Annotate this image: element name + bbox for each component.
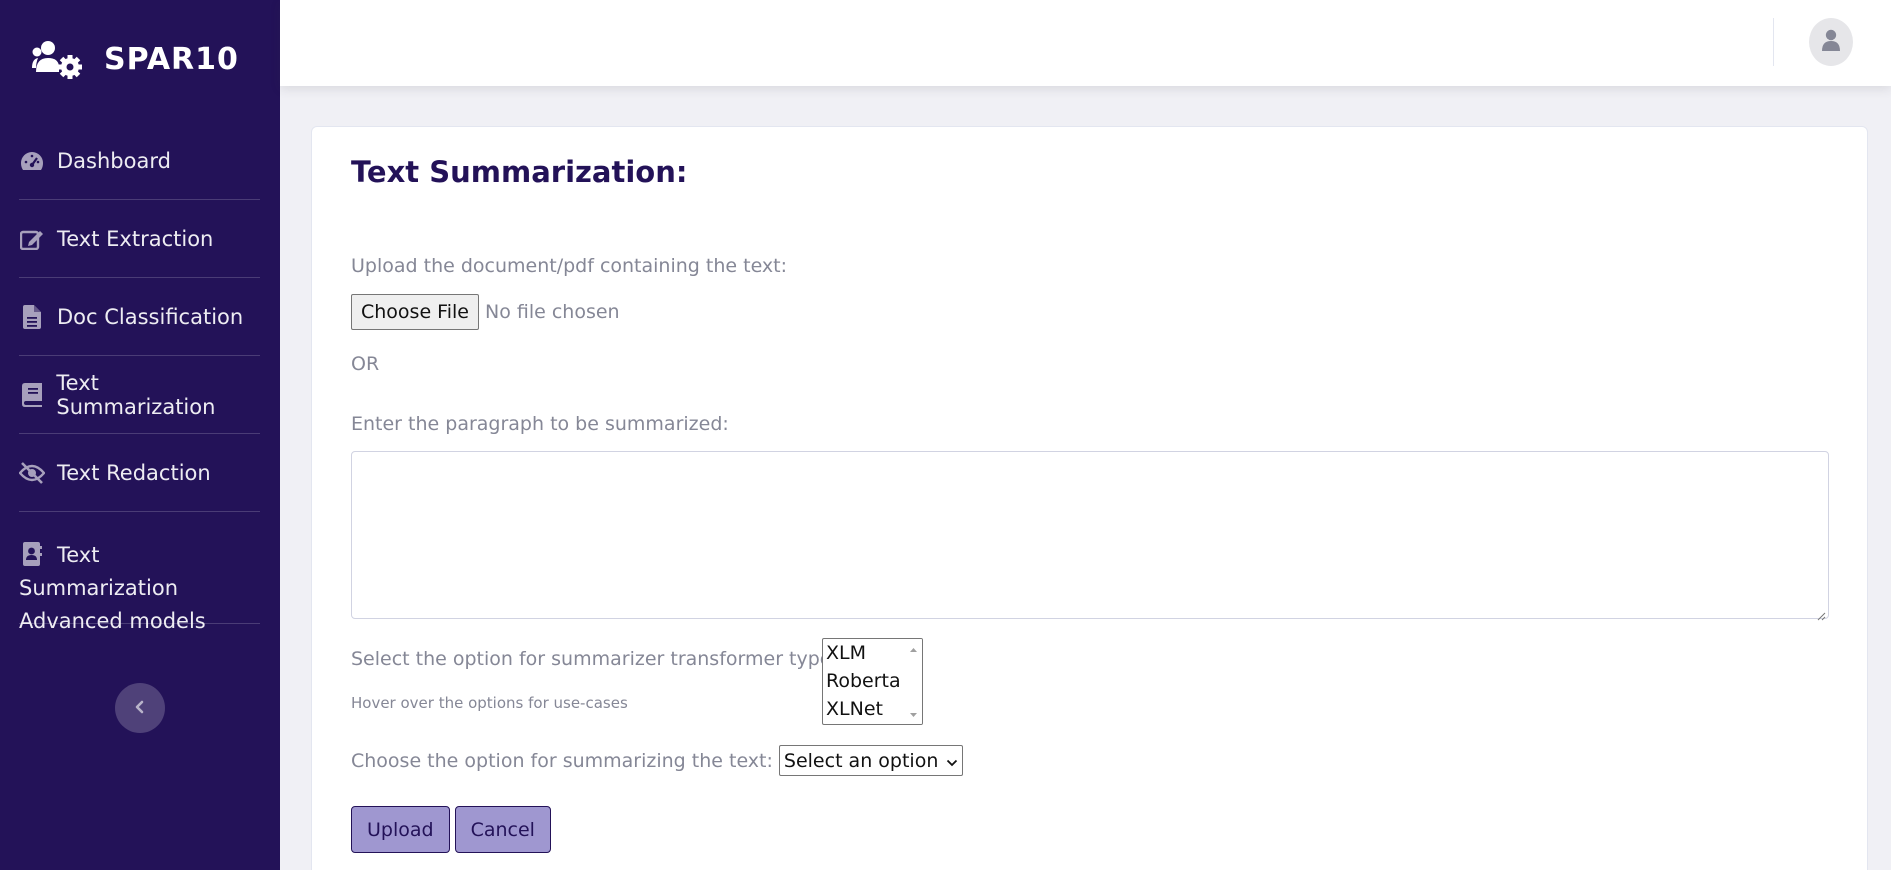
chevron-down-icon [946,750,958,772]
transformer-listbox[interactable]: XLM Roberta XLNet [822,638,923,725]
action-buttons: Upload Cancel [351,806,551,853]
upload-label: Upload the document/pdf containing the t… [351,255,788,277]
sidebar-item-label: Dashboard [57,148,171,173]
sidebar-item-text-summarization-advanced[interactable]: Text Summarization Advanced models [19,512,260,633]
choose-file-button[interactable]: Choose File [351,294,479,330]
summarization-card: Text Summarization: Upload the document/… [311,126,1868,870]
topbar [280,0,1891,86]
summarize-selected: Select an option [783,749,939,772]
users-cog-icon [32,38,84,80]
file-input: Choose File No file chosen [351,294,620,330]
sidebar-item-text-redaction[interactable]: Text Redaction [19,434,260,512]
sidebar-item-text-extraction[interactable]: Text Extraction [19,200,260,278]
topbar-divider [1773,18,1774,66]
summarize-label: Choose the option for summarizing the te… [351,749,773,772]
file-alt-icon [19,304,45,329]
sidebar-item-dashboard[interactable]: Dashboard [19,122,260,200]
resize-grip-icon[interactable] [1816,606,1826,621]
sidebar-item-label: Doc Classification [57,304,244,329]
avatar[interactable] [1809,18,1853,66]
or-label: OR [351,353,380,375]
brand[interactable]: SPAR10 [32,38,239,80]
paragraph-textarea[interactable] [351,451,1829,621]
tachometer-icon [19,149,45,173]
brand-name: SPAR10 [104,41,239,77]
cancel-button[interactable]: Cancel [454,806,551,853]
sidebar-item-label: Text Summarization Advanced models [19,543,206,633]
user-icon [1822,29,1840,55]
summarize-select[interactable]: Select an option [778,745,964,776]
sidebar-item-doc-classification[interactable]: Doc Classification [19,278,260,356]
sidebar-item-label: Text Extraction [57,226,214,251]
sidebar-toggle-button[interactable] [115,683,165,733]
eye-slash-icon [19,461,45,485]
paragraph-label: Enter the paragraph to be summarized: [351,413,729,435]
chevron-left-icon [134,699,146,718]
sidebar-item-label: Text Redaction [57,460,211,485]
address-book-icon [19,542,45,566]
sidebar-nav: Dashboard Text Extraction Doc Classifica… [19,122,260,633]
transformer-hint: Hover over the options for use-cases [351,694,628,712]
edit-icon [19,227,45,251]
transformer-label: Select the option for summarizer transfo… [351,648,838,670]
sidebar: SPAR10 Dashboard Text Extraction Doc Cla… [0,0,280,870]
book-icon [19,382,44,407]
upload-button[interactable]: Upload [351,806,450,853]
page-title: Text Summarization: [351,155,688,189]
sidebar-item-text-summarization[interactable]: Text Summarization [19,356,260,434]
listbox-scrollbar[interactable] [905,639,922,724]
summarize-row: Choose the option for summarizing the te… [351,745,964,776]
sidebar-item-label: Text Summarization [56,370,216,419]
file-status: No file chosen [484,301,620,323]
